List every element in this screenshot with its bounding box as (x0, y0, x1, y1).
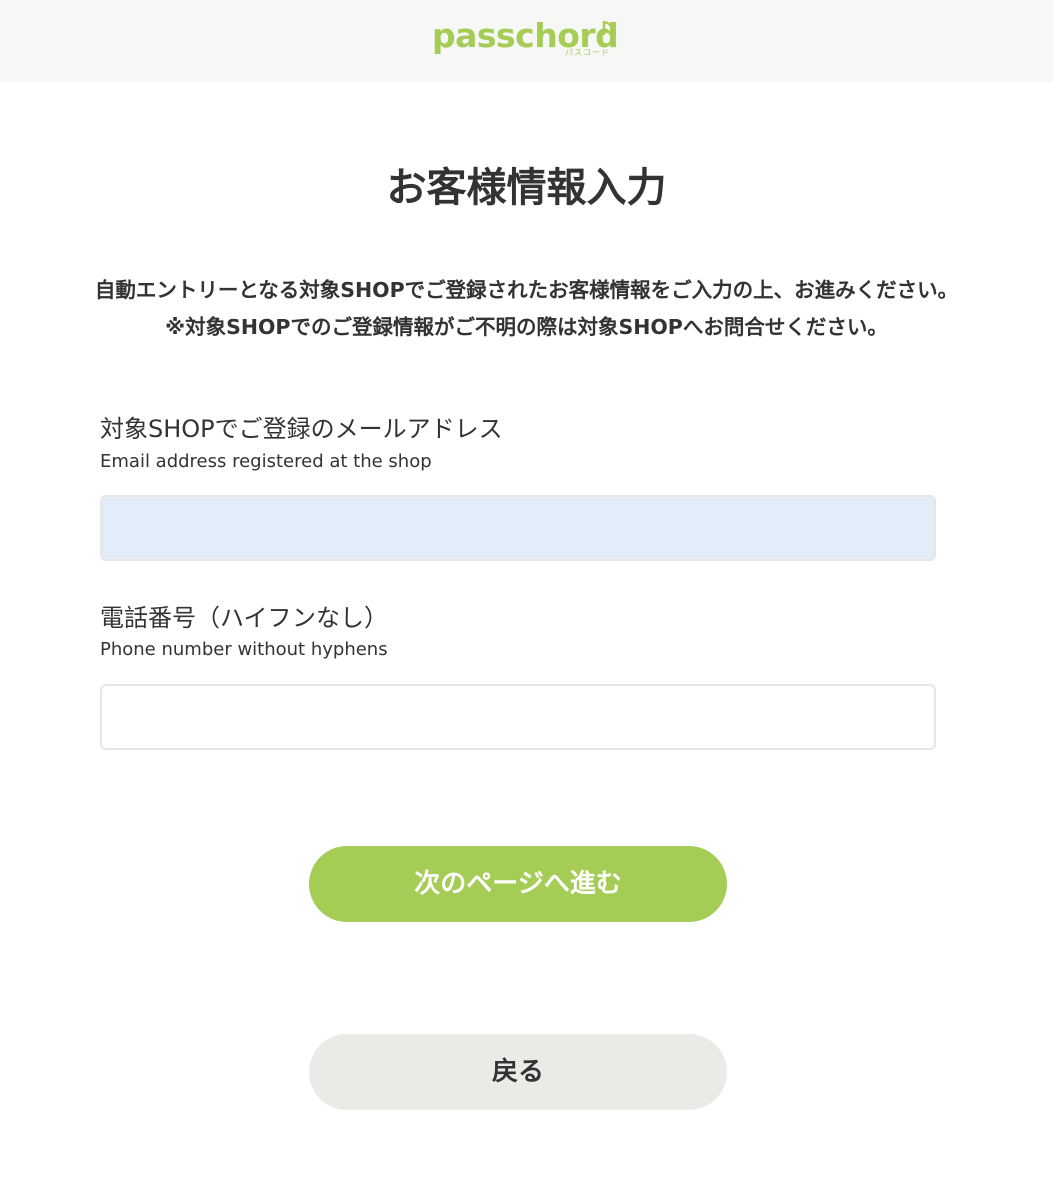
phone-field[interactable] (100, 684, 936, 750)
music-note-icon (602, 20, 614, 36)
phone-field-sublabel: Phone number without hyphens (100, 639, 388, 660)
page-title: お客様情報入力 (386, 165, 667, 211)
notice-line-1: 自動エントリーとなる対象SHOPでご登録されたお客様情報をご入力の上、お進みくだ… (94, 278, 959, 302)
phone-field-label: 電話番号（ハイフンなし） (100, 604, 388, 632)
email-field[interactable] (100, 495, 936, 561)
email-field-sublabel: Email address registered at the shop (100, 451, 432, 472)
site-header: passchord パスコード (0, 0, 1053, 82)
notice-line-2: ※対象SHOPでのご登録情報がご不明の際は対象SHOPへお問合せください。 (165, 315, 888, 339)
passchord-logo[interactable]: passchord パスコード (432, 14, 622, 62)
instruction-notice: 自動エントリーとなる対象SHOPでご登録されたお客様情報をご入力の上、お進みくだ… (0, 272, 1053, 346)
email-field-label: 対象SHOPでご登録のメールアドレス (100, 415, 503, 443)
logo-katakana: パスコード (565, 48, 610, 57)
next-page-button[interactable]: 次のページへ進む (309, 846, 727, 922)
back-button[interactable]: 戻る (309, 1034, 727, 1110)
